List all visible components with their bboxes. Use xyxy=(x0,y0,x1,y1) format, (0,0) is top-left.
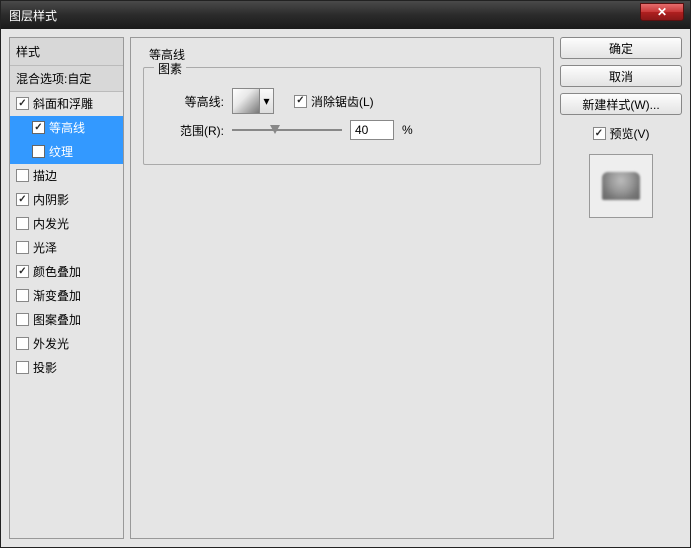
range-row: 范围(R): % xyxy=(156,120,528,140)
window-title: 图层样式 xyxy=(9,7,57,24)
style-list: 斜面和浮雕等高线纹理描边内阴影内发光光泽颜色叠加渐变叠加图案叠加外发光投影 xyxy=(10,92,123,380)
range-unit: % xyxy=(402,123,413,137)
sidebar-item-label: 内发光 xyxy=(33,215,69,232)
sidebar-item-label: 光泽 xyxy=(33,239,57,256)
sidebar-item-label: 纹理 xyxy=(49,143,73,160)
chevron-down-icon: ▾ xyxy=(263,94,269,108)
sidebar-item-4[interactable]: 内阴影 xyxy=(10,188,123,212)
sidebar-item-label: 投影 xyxy=(33,359,57,376)
checkbox-icon[interactable] xyxy=(16,217,29,230)
contour-dropdown[interactable]: ▾ xyxy=(260,88,274,114)
sidebar-item-label: 颜色叠加 xyxy=(33,263,81,280)
contour-label: 等高线: xyxy=(156,93,224,110)
sidebar-item-7[interactable]: 颜色叠加 xyxy=(10,260,123,284)
close-icon: ✕ xyxy=(657,5,667,19)
range-input[interactable] xyxy=(350,120,394,140)
sidebar-item-label: 描边 xyxy=(33,167,57,184)
slider-thumb[interactable] xyxy=(270,125,280,134)
new-style-button[interactable]: 新建样式(W)... xyxy=(560,93,682,115)
preview-label: 预览(V) xyxy=(610,125,650,142)
cancel-button[interactable]: 取消 xyxy=(560,65,682,87)
sidebar-item-label: 渐变叠加 xyxy=(33,287,81,304)
panel-title: 等高线 xyxy=(149,46,541,63)
slider-track xyxy=(232,129,342,131)
sidebar-item-label: 外发光 xyxy=(33,335,69,352)
sidebar-item-label: 图案叠加 xyxy=(33,311,81,328)
sidebar-item-1[interactable]: 等高线 xyxy=(10,116,123,140)
checkbox-icon xyxy=(294,95,307,108)
checkbox-icon[interactable] xyxy=(16,193,29,206)
checkbox-icon xyxy=(593,127,606,140)
checkbox-icon[interactable] xyxy=(16,313,29,326)
close-button[interactable]: ✕ xyxy=(640,3,684,21)
preview-image xyxy=(602,172,640,200)
sidebar-item-2[interactable]: 纹理 xyxy=(10,140,123,164)
sidebar-item-9[interactable]: 图案叠加 xyxy=(10,308,123,332)
contour-picker[interactable] xyxy=(232,88,260,114)
checkbox-icon[interactable] xyxy=(16,361,29,374)
range-slider[interactable] xyxy=(232,122,342,138)
checkbox-icon[interactable] xyxy=(16,241,29,254)
sidebar-item-label: 等高线 xyxy=(49,119,85,136)
checkbox-icon[interactable] xyxy=(16,289,29,302)
blend-options-row[interactable]: 混合选项:自定 xyxy=(10,66,123,92)
sidebar-item-8[interactable]: 渐变叠加 xyxy=(10,284,123,308)
sidebar-item-3[interactable]: 描边 xyxy=(10,164,123,188)
sidebar-item-10[interactable]: 外发光 xyxy=(10,332,123,356)
antialias-label: 消除锯齿(L) xyxy=(311,93,374,110)
range-label: 范围(R): xyxy=(156,122,224,139)
titlebar[interactable]: 图层样式 ✕ xyxy=(1,1,690,29)
sidebar-item-label: 斜面和浮雕 xyxy=(33,95,93,112)
checkbox-icon[interactable] xyxy=(32,121,45,134)
sidebar-item-label: 内阴影 xyxy=(33,191,69,208)
layer-style-dialog: 图层样式 ✕ 样式 混合选项:自定 斜面和浮雕等高线纹理描边内阴影内发光光泽颜色… xyxy=(0,0,691,548)
sidebar-item-5[interactable]: 内发光 xyxy=(10,212,123,236)
preview-thumbnail xyxy=(589,154,653,218)
sidebar-item-11[interactable]: 投影 xyxy=(10,356,123,380)
sidebar-item-0[interactable]: 斜面和浮雕 xyxy=(10,92,123,116)
sidebar-item-6[interactable]: 光泽 xyxy=(10,236,123,260)
styles-sidebar: 样式 混合选项:自定 斜面和浮雕等高线纹理描边内阴影内发光光泽颜色叠加渐变叠加图… xyxy=(9,37,124,539)
fieldset-legend: 图素 xyxy=(154,60,186,77)
checkbox-icon[interactable] xyxy=(16,337,29,350)
checkbox-icon[interactable] xyxy=(16,169,29,182)
ok-button[interactable]: 确定 xyxy=(560,37,682,59)
contour-row: 等高线: ▾ 消除锯齿(L) xyxy=(156,88,528,114)
checkbox-icon[interactable] xyxy=(16,265,29,278)
right-column: 确定 取消 新建样式(W)... 预览(V) xyxy=(560,37,682,539)
antialias-checkbox[interactable]: 消除锯齿(L) xyxy=(294,93,374,110)
sidebar-header[interactable]: 样式 xyxy=(10,38,123,66)
elements-fieldset: 图素 等高线: ▾ 消除锯齿(L) 范围(R): xyxy=(143,67,541,165)
checkbox-icon[interactable] xyxy=(32,145,45,158)
checkbox-icon[interactable] xyxy=(16,97,29,110)
preview-checkbox[interactable]: 预览(V) xyxy=(560,125,682,142)
dialog-body: 样式 混合选项:自定 斜面和浮雕等高线纹理描边内阴影内发光光泽颜色叠加渐变叠加图… xyxy=(1,29,690,547)
main-panel: 等高线 图素 等高线: ▾ 消除锯齿(L) xyxy=(130,37,554,539)
